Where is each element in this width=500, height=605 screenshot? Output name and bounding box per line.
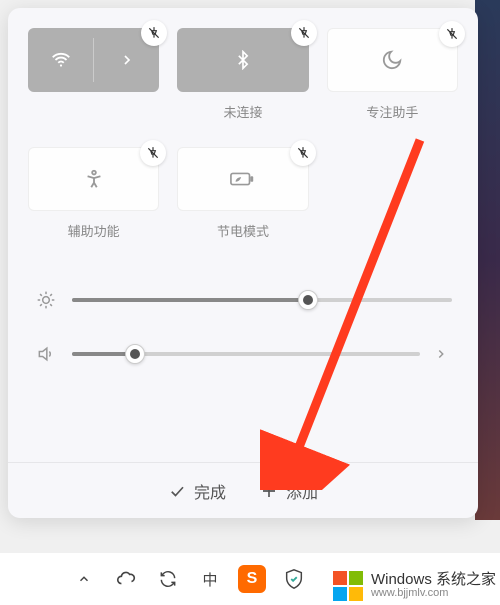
brightness-slider[interactable] [72,298,452,302]
volume-slider[interactable] [72,352,420,356]
sync-icon[interactable] [154,565,182,593]
bluetooth-label: 未连接 [223,102,262,121]
tile-wrap-accessibility: 辅助功能 [28,147,159,240]
battery-leaf-icon [230,169,256,189]
add-button[interactable]: 添加 [260,479,318,503]
sogou-ime-icon[interactable]: S [238,565,266,593]
tray-chevron-up[interactable] [70,565,98,593]
quick-settings-panel: 未连接 专注助手 辅助功能 [8,8,478,518]
onedrive-icon[interactable] [112,565,140,593]
unpin-accessibility-button[interactable] [140,140,166,166]
unpin-battery-button[interactable] [290,140,316,166]
unpin-wifi-button[interactable] [141,20,167,46]
wifi-toggle-half[interactable] [28,28,93,92]
tile-wrap-focus: 专注助手 [327,28,458,121]
accessibility-icon [83,168,105,190]
sliders-area [28,290,458,364]
accessibility-label: 辅助功能 [68,221,120,240]
watermark: Windows 系统之家 www.bjjmlv.com [331,569,496,603]
wifi-tile[interactable] [28,28,159,92]
watermark-line1: Windows 系统之家 [371,572,496,588]
volume-slider-row [34,344,452,364]
windows-logo-icon [331,569,365,603]
security-shield-icon[interactable] [280,565,308,593]
moon-icon [381,49,403,71]
accessibility-tile[interactable] [28,147,159,211]
tiles-row-1: 未连接 专注助手 [28,28,458,121]
wifi-icon [50,49,72,71]
tile-wrap-battery: 节电模式 [177,147,308,240]
tile-wrap-wifi [28,28,159,121]
unpin-bluetooth-button[interactable] [291,20,317,46]
desktop-background-strip [475,0,500,520]
battery-label: 节电模式 [217,221,269,240]
focus-label: 专注助手 [366,102,418,121]
brightness-slider-row [34,290,452,310]
focus-tile[interactable] [327,28,458,92]
unpin-icon [296,146,310,160]
bluetooth-tile[interactable] [177,28,308,92]
checkmark-icon [168,482,186,500]
bluetooth-icon [233,50,253,70]
battery-saver-tile[interactable] [177,147,308,211]
done-button[interactable]: 完成 [168,479,226,503]
action-bar: 完成 添加 [8,462,478,518]
unpin-icon [146,146,160,160]
volume-icon [34,344,58,364]
volume-expand-button[interactable] [434,347,452,361]
add-label: 添加 [286,479,318,503]
tiles-row-2: 辅助功能 节电模式 [28,147,458,240]
brightness-icon [34,290,58,310]
brightness-thumb[interactable] [298,290,318,310]
unpin-focus-button[interactable] [439,21,465,47]
watermark-line2: www.bjjmlv.com [371,588,496,600]
plus-icon [260,482,278,500]
tile-wrap-bluetooth: 未连接 [177,28,308,121]
chevron-right-icon [119,52,135,68]
ime-indicator[interactable]: 中 [196,565,224,593]
unpin-icon [445,27,459,41]
volume-thumb[interactable] [125,344,145,364]
unpin-icon [147,26,161,40]
unpin-icon [297,26,311,40]
done-label: 完成 [194,479,226,503]
